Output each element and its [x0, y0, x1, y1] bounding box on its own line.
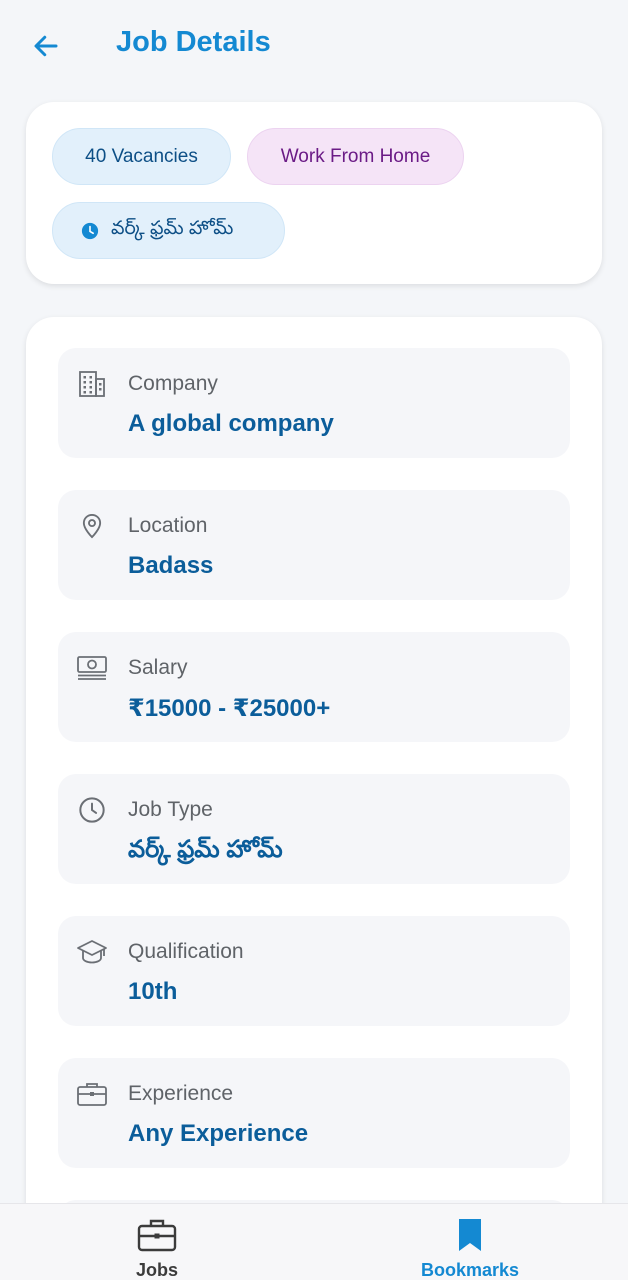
detail-value: A global company — [128, 410, 334, 437]
nav-item-jobs[interactable]: Jobs — [77, 1204, 237, 1280]
job-type-chip-label: వర్క్ ఫ్రమ్ హోమ్ — [111, 217, 234, 239]
briefcase-icon — [137, 1216, 177, 1254]
page-title: Job Details — [116, 26, 271, 58]
detail-label: Job Type — [128, 798, 213, 821]
detail-label: Qualification — [128, 940, 244, 963]
detail-label: Experience — [128, 1082, 234, 1105]
back-button[interactable] — [26, 26, 66, 66]
nav-label-jobs: Jobs — [135, 1260, 178, 1280]
detail-row-location: Location Badass — [58, 490, 570, 600]
detail-value: Any Experience — [128, 1120, 309, 1147]
tags-card: 40 Vacancies Work From Home వర్క్ ఫ్రమ్ … — [26, 102, 602, 284]
detail-label: Location — [128, 514, 208, 537]
bookmark-icon — [456, 1216, 484, 1254]
detail-label: Salary — [128, 656, 188, 679]
detail-value: 10th — [128, 978, 178, 1005]
clock-icon — [76, 794, 108, 826]
nav-item-bookmarks[interactable]: Bookmarks — [390, 1204, 550, 1280]
detail-row-experience: Experience Any Experience — [58, 1058, 570, 1168]
detail-row-company: Company A global company — [58, 348, 570, 458]
detail-row-qualification: Qualification 10th — [58, 916, 570, 1026]
detail-value: వర్క్ ఫ్రమ్ హోమ్ — [128, 836, 283, 863]
arrow-left-icon — [34, 35, 58, 57]
briefcase-icon — [76, 1078, 108, 1110]
graduation-cap-icon — [76, 936, 108, 968]
clock-icon — [81, 222, 99, 240]
vacancies-chip: 40 Vacancies — [52, 128, 231, 185]
job-type-chip: వర్క్ ఫ్రమ్ హోమ్ — [52, 202, 285, 259]
work-mode-chip: Work From Home — [247, 128, 464, 185]
detail-label: Company — [128, 372, 218, 395]
app-header: Job Details — [0, 0, 628, 92]
detail-value: Badass — [128, 552, 214, 579]
detail-row-salary: Salary ₹15000 - ₹25000+ — [58, 632, 570, 742]
detail-value: ₹15000 - ₹25000+ — [128, 695, 331, 722]
detail-row-job-type: Job Type వర్క్ ఫ్రమ్ హోమ్ — [58, 774, 570, 884]
bottom-navigation: Jobs Bookmarks — [0, 1203, 628, 1280]
location-pin-icon — [76, 510, 108, 542]
nav-label-bookmarks: Bookmarks — [420, 1260, 520, 1280]
cash-icon — [76, 652, 108, 684]
job-details-card: Company A global company Location Badass… — [26, 317, 602, 1217]
building-icon — [76, 368, 108, 400]
